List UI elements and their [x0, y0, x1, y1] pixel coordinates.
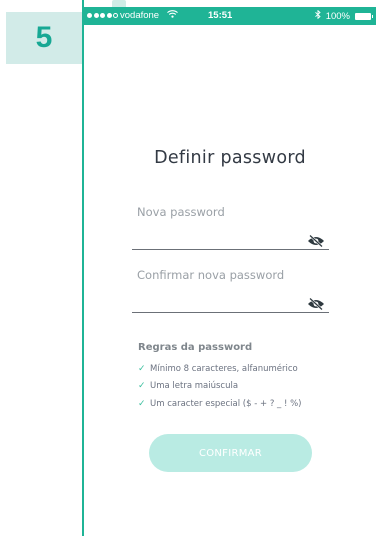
rules-title: Regras da password — [138, 342, 253, 353]
eye-slash-icon[interactable] — [307, 232, 325, 248]
phone-frame-edge — [82, 0, 84, 536]
status-bar: vodafone 15:51 100% — [82, 0, 376, 25]
step-number: 5 — [35, 21, 53, 54]
check-icon: ✓ — [138, 381, 146, 392]
status-time: 15:51 — [208, 10, 233, 21]
check-icon: ✓ — [138, 363, 146, 374]
check-icon: ✓ — [138, 398, 146, 409]
page: 5 vodafone 15:51 100% Definir password N… — [0, 0, 376, 536]
step-badge: 5 — [6, 12, 82, 64]
confirm-button[interactable]: CONFIRMAR — [149, 434, 312, 472]
status-bar-left: vodafone — [87, 10, 178, 21]
new-password-field[interactable]: Nova password — [132, 205, 329, 250]
page-title: Definir password — [154, 148, 306, 168]
battery-icon — [355, 12, 373, 20]
rule-text: Mínimo 8 caracteres, alfanumérico — [150, 363, 298, 374]
rule-item: ✓ Um caracter especial ($ - + ? _ ! %) — [138, 395, 368, 413]
password-rules: Regras da password ✓ Mínimo 8 caracteres… — [138, 342, 368, 413]
rule-item: ✓ Mínimo 8 caracteres, alfanumérico — [138, 360, 368, 378]
carrier-name: vodafone — [120, 10, 160, 21]
rule-text: Um caracter especial ($ - + ? _ ! %) — [150, 398, 302, 409]
rule-text: Uma letra maiúscula — [150, 381, 239, 392]
bluetooth-icon — [314, 9, 321, 22]
confirm-password-field[interactable]: Confirmar nova password — [132, 268, 329, 313]
status-bar-right: 100% — [314, 9, 373, 22]
wifi-icon — [167, 10, 178, 21]
eye-slash-icon[interactable] — [307, 295, 325, 311]
rule-item: ✓ Uma letra maiúscula — [138, 378, 368, 396]
signal-dots-icon — [87, 13, 118, 18]
status-bar-notch — [112, 0, 126, 7]
battery-percentage: 100% — [325, 10, 350, 22]
new-password-label: Nova password — [137, 205, 225, 219]
confirm-password-label: Confirmar nova password — [137, 268, 285, 282]
